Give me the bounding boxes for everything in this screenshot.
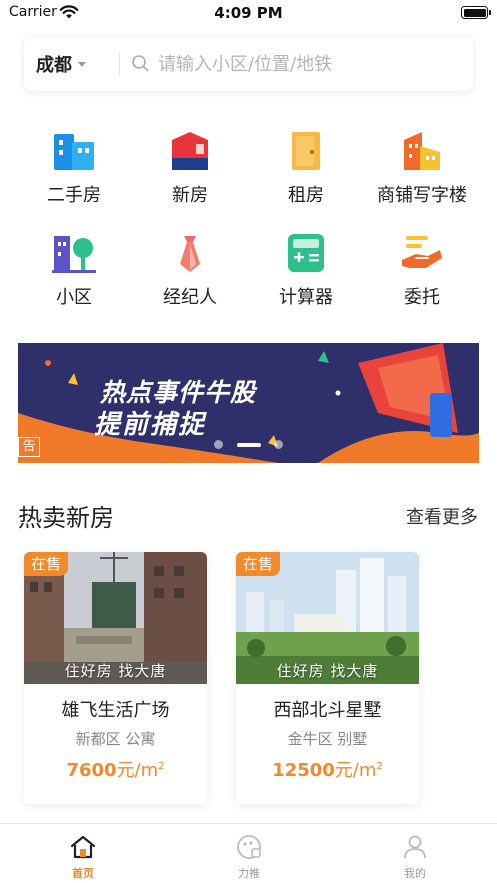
search-icon bbox=[132, 55, 149, 72]
category-label: 小区 bbox=[56, 287, 92, 308]
tab-home[interactable]: 首页 bbox=[0, 824, 166, 883]
tab-profile[interactable]: 我的 bbox=[332, 824, 497, 883]
listing-card[interactable]: 在售 住好房 找大唐 西部北斗星墅 金牛区 别墅 12500元/m2 bbox=[236, 552, 419, 804]
photo-caption: 住好房 找大唐 bbox=[276, 662, 379, 680]
search-divider bbox=[119, 53, 120, 75]
listing-price: 12500元/m2 bbox=[236, 756, 419, 782]
category-label: 租房 bbox=[288, 185, 324, 206]
tab-bar: 首页 力推 我的 bbox=[0, 823, 497, 883]
city-selector[interactable]: 成都 bbox=[36, 37, 86, 91]
listing-type: 别墅 bbox=[337, 730, 368, 748]
caret-down-icon bbox=[78, 61, 86, 67]
tab-label: 我的 bbox=[404, 867, 426, 880]
city-label: 成都 bbox=[36, 55, 72, 76]
home-icon bbox=[70, 835, 96, 859]
sale-badge: 在售 bbox=[236, 552, 281, 576]
listing-photo: 在售 住好房 找大唐 bbox=[236, 552, 419, 684]
category-agent[interactable]: 经纪人 bbox=[131, 230, 249, 320]
listing-meta: 新都区 公寓 bbox=[24, 728, 207, 749]
category-entrust[interactable]: 委托 bbox=[363, 230, 481, 320]
price-value: 7600 bbox=[66, 760, 117, 781]
section-title: 热卖新房 bbox=[18, 504, 114, 532]
category-community[interactable]: 小区 bbox=[15, 230, 133, 320]
category-new-house[interactable]: 新房 bbox=[131, 128, 249, 218]
category-label: 经纪人 bbox=[163, 287, 217, 308]
category-label: 计算器 bbox=[279, 287, 333, 308]
rent-door-icon bbox=[292, 132, 320, 170]
category-rent[interactable]: 租房 bbox=[247, 128, 365, 218]
category-second-hand[interactable]: 二手房 bbox=[15, 128, 133, 218]
listing-photo: 在售 住好房 找大唐 bbox=[24, 552, 207, 684]
category-label: 新房 bbox=[172, 185, 208, 206]
banner-pagination bbox=[18, 434, 479, 453]
category-label: 委托 bbox=[404, 287, 440, 308]
recommend-icon bbox=[237, 835, 261, 859]
profile-icon bbox=[404, 835, 426, 859]
listing-card[interactable]: 在售 住好房 找大唐 雄飞生活广场 新都区 公寓 7600元/m2 bbox=[24, 552, 207, 804]
agent-tie-icon bbox=[180, 236, 200, 272]
search-bar: 成都 bbox=[24, 37, 473, 91]
see-more-link[interactable]: 查看更多 bbox=[406, 503, 478, 529]
listing-meta: 金牛区 别墅 bbox=[236, 728, 419, 749]
battery-icon bbox=[461, 6, 491, 19]
category-calculator[interactable]: 计算器 bbox=[247, 230, 365, 320]
price-unit-sup: 2 bbox=[376, 761, 383, 772]
price-value: 12500 bbox=[272, 760, 335, 781]
community-icon bbox=[52, 236, 96, 273]
calculator-icon bbox=[288, 234, 324, 272]
search-input[interactable] bbox=[158, 49, 458, 79]
entrust-hand-icon bbox=[402, 236, 442, 268]
status-bar: Carrier 4:09 PM bbox=[0, 0, 497, 26]
banner-dot-active[interactable] bbox=[236, 442, 261, 447]
second-hand-house-icon bbox=[54, 134, 94, 170]
banner-dot[interactable] bbox=[214, 440, 224, 449]
tab-label: 力推 bbox=[238, 867, 260, 880]
category-shop-office[interactable]: 商铺写字楼 bbox=[363, 128, 481, 218]
photo-caption: 住好房 找大唐 bbox=[64, 662, 167, 680]
office-building-icon bbox=[404, 132, 440, 170]
listing-name: 西部北斗星墅 bbox=[273, 700, 382, 721]
listing-type: 公寓 bbox=[125, 730, 156, 748]
new-house-icon bbox=[172, 132, 208, 170]
clock: 4:09 PM bbox=[214, 4, 283, 22]
banner-dot[interactable] bbox=[273, 440, 283, 449]
price-unit: 元/m bbox=[116, 760, 159, 781]
price-unit-sup: 2 bbox=[158, 761, 165, 772]
tab-recommend[interactable]: 力推 bbox=[166, 824, 332, 883]
tab-label: 首页 bbox=[72, 867, 94, 880]
sale-badge: 在售 bbox=[24, 552, 69, 576]
listing-price: 7600元/m2 bbox=[24, 756, 207, 782]
listing-name: 雄飞生活广场 bbox=[61, 700, 170, 721]
price-unit: 元/m bbox=[334, 760, 377, 781]
listing-district: 金牛区 bbox=[287, 730, 333, 748]
category-label: 二手房 bbox=[47, 185, 101, 206]
listing-district: 新都区 bbox=[75, 730, 121, 748]
category-label: 商铺写字楼 bbox=[377, 185, 467, 206]
promo-banner[interactable]: 热点事件牛股 提前捕捉 告 bbox=[18, 343, 479, 463]
